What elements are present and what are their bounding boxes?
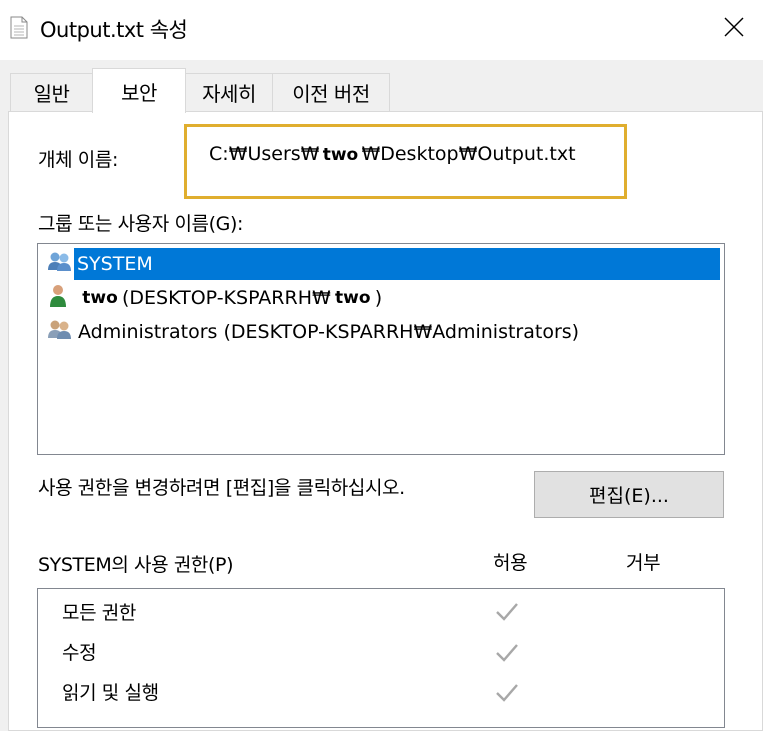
close-icon [724, 17, 744, 37]
permission-read-execute: 읽기 및 실행 [62, 682, 159, 704]
list-item-user-two[interactable]: two (DESKTOP-KSPARRH₩ two ) [78, 282, 382, 314]
groups-listbox[interactable]: SYSTEM two (DESKTOP-KSPARRH₩ two ) Admini… [37, 243, 725, 455]
permissions-list [37, 588, 725, 728]
groups-label: 그룹 또는 사용자 이름(G): [38, 213, 243, 235]
tab-general[interactable]: 일반 [10, 73, 93, 111]
object-name-label: 개체 이름: [38, 149, 118, 171]
redacted-username: two [335, 288, 371, 308]
document-icon [10, 16, 28, 39]
checkmark-icon [496, 644, 518, 662]
window-title: Output.txt 속성 [40, 18, 188, 42]
group-users-icon [48, 252, 71, 271]
edit-hint-text: 사용 권한을 변경하려면 [편집]을 클릭하십시오. [38, 477, 405, 499]
permission-full-control: 모든 권한 [62, 602, 136, 624]
tab-details[interactable]: 자세히 [185, 73, 273, 111]
title-bar: Output.txt 속성 [0, 0, 763, 60]
allow-header: 허용 [493, 552, 528, 574]
checkmark-icon [496, 603, 518, 621]
group-users-icon [48, 320, 71, 339]
list-item-administrators[interactable]: Administrators (DESKTOP-KSPARRH₩Administ… [78, 316, 579, 348]
redacted-username: two [319, 145, 362, 165]
checkmark-icon [496, 684, 518, 702]
object-path: C:₩Users₩ two ₩Desktop₩Output.txt [209, 143, 576, 165]
tab-previous-versions[interactable]: 이전 버전 [272, 73, 390, 111]
close-button[interactable] [705, 0, 763, 54]
permissions-title: SYSTEM의 사용 권한(P) [38, 554, 234, 576]
permission-modify: 수정 [62, 642, 97, 664]
deny-header: 거부 [626, 552, 661, 574]
single-user-icon [50, 285, 66, 307]
tab-security[interactable]: 보안 [92, 68, 186, 113]
list-item-system[interactable]: SYSTEM [74, 248, 720, 280]
redacted-username: two [82, 288, 118, 308]
edit-button[interactable]: 편집(E)... [534, 471, 724, 518]
